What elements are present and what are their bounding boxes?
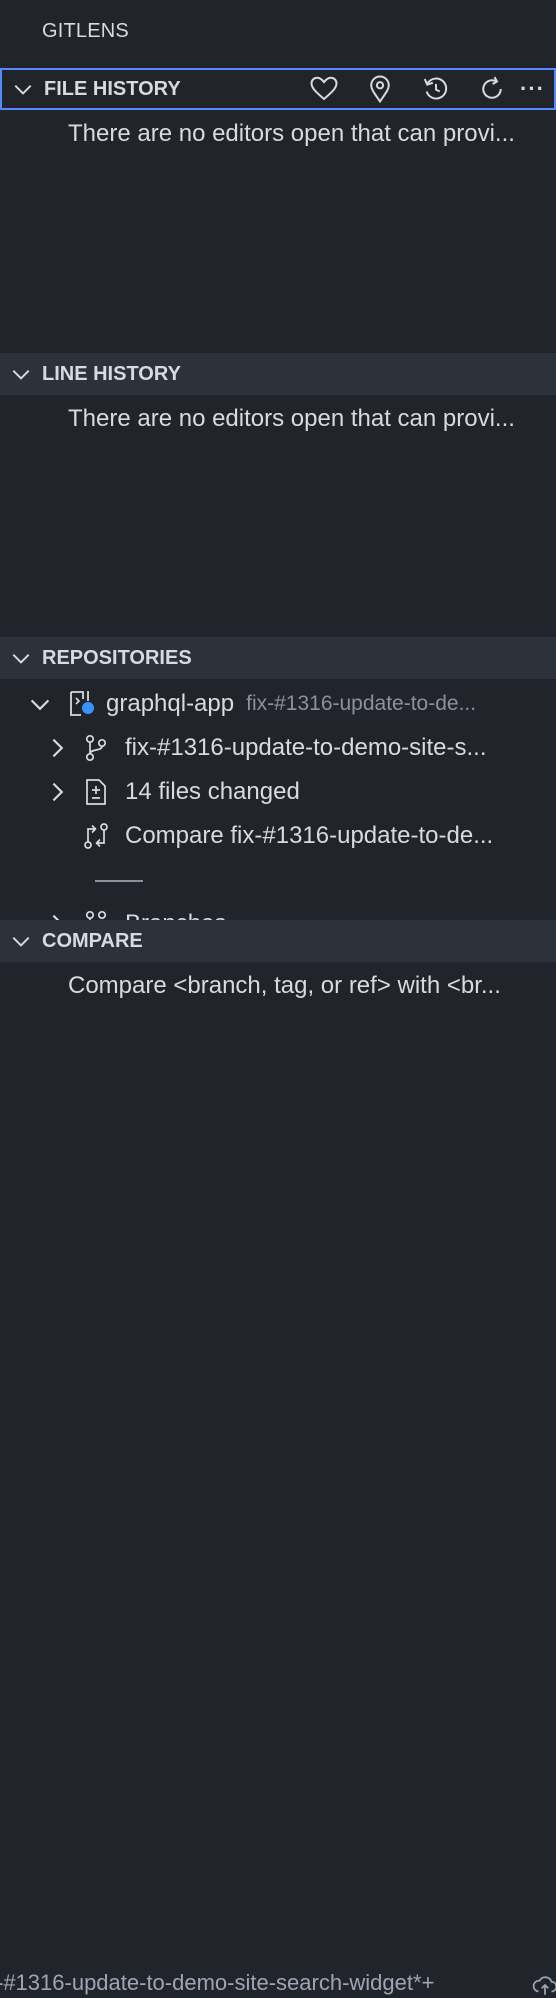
tree-item-compare[interactable]: Compare fix-#1316-update-to-de... xyxy=(0,815,556,857)
history-icon[interactable] xyxy=(408,71,464,107)
tree-item-branches[interactable]: Branches xyxy=(0,903,556,920)
file-history-message: There are no editors open that can provi… xyxy=(68,120,515,147)
tree-item-current-branch[interactable]: fix-#1316-update-to-demo-site-s... xyxy=(0,727,556,769)
tree-repo-graphql-app[interactable]: graphql-app fix-#1316-update-to-de... xyxy=(0,683,556,725)
section-title-repositories: REPOSITORIES xyxy=(42,646,192,669)
chevron-down-icon[interactable] xyxy=(10,363,32,385)
tree-item-label: Branches xyxy=(125,910,226,920)
git-branch-icon xyxy=(85,734,107,762)
git-compare-icon xyxy=(84,823,108,849)
chevron-down-icon[interactable] xyxy=(10,930,32,952)
repository-icon xyxy=(70,691,94,716)
section-title-line-history: LINE HISTORY xyxy=(42,362,181,385)
repo-branch-description: fix-#1316-update-to-de... xyxy=(246,692,477,715)
more-icon[interactable]: ··· xyxy=(520,71,550,107)
chevron-down-icon[interactable] xyxy=(12,78,34,100)
status-branch[interactable]: -#1316-update-to-demo-site-search-widget… xyxy=(0,1970,434,1996)
repositories-tree: graphql-app fix-#1316-update-to-de... fi… xyxy=(0,682,556,920)
line-history-message: There are no editors open that can provi… xyxy=(68,405,515,432)
location-pin-icon[interactable] xyxy=(352,71,408,107)
refresh-icon[interactable] xyxy=(464,71,520,107)
tree-item-label: 14 files changed xyxy=(125,778,300,805)
section-header-repositories[interactable]: REPOSITORIES xyxy=(0,637,556,679)
git-branch-icon xyxy=(85,910,107,920)
chevron-right-icon[interactable] xyxy=(45,780,69,804)
tree-item-files-changed[interactable]: 14 files changed xyxy=(0,771,556,813)
chevron-right-icon[interactable] xyxy=(45,912,69,920)
tree-item-label: fix-#1316-update-to-demo-site-s... xyxy=(125,734,487,761)
section-header-line-history[interactable]: LINE HISTORY xyxy=(0,353,556,395)
chevron-right-icon[interactable] xyxy=(45,736,69,760)
repo-name: graphql-app xyxy=(106,690,235,717)
section-title-file-history: FILE HISTORY xyxy=(44,77,181,100)
chevron-down-icon[interactable] xyxy=(28,692,52,716)
chevron-down-icon[interactable] xyxy=(10,647,32,669)
tree-item-label: Compare fix-#1316-update-to-de... xyxy=(125,822,494,849)
gitlens-title: GITLENS xyxy=(42,20,129,42)
separator-dash xyxy=(95,880,143,882)
section-header-compare[interactable]: COMPARE xyxy=(0,920,556,962)
cloud-upload-icon[interactable] xyxy=(532,1972,556,1998)
compare-message: Compare <branch, tag, or ref> with <br..… xyxy=(68,972,501,999)
file-diff-icon xyxy=(86,779,106,805)
section-header-file-history[interactable]: FILE HISTORY ··· xyxy=(0,68,556,110)
favorite-heart-icon[interactable] xyxy=(296,71,352,107)
section-title-compare: COMPARE xyxy=(42,929,143,952)
